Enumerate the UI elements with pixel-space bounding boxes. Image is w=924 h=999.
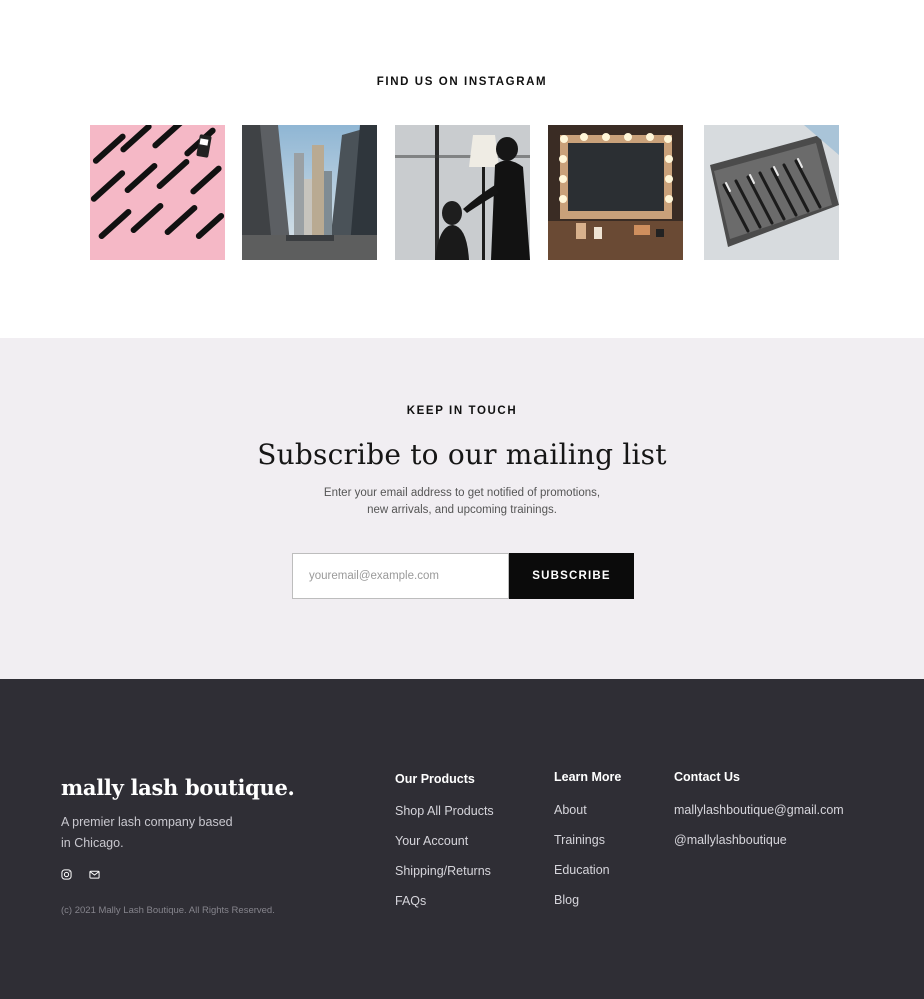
- footer-link-trainings[interactable]: Trainings: [554, 833, 621, 863]
- footer-column-products: Our Products Shop All Products Your Acco…: [395, 772, 494, 924]
- footer-brand-logo[interactable]: mally lash boutique.: [61, 775, 295, 800]
- footer-column-heading: Learn More: [554, 770, 622, 784]
- makeup-brush-set-photo: [704, 125, 839, 260]
- newsletter-form: SUBSCRIBE: [292, 553, 634, 599]
- newsletter-description: Enter your email address to get notified…: [323, 487, 601, 516]
- footer-link-shop-all-products[interactable]: Shop All Products: [395, 804, 494, 834]
- instagram-post-5[interactable]: [704, 125, 839, 260]
- footer-column-contact: Contact Us mallylashboutique@gmail.com @…: [674, 770, 844, 863]
- instagram-heading: FIND US ON INSTAGRAM: [376, 76, 548, 88]
- lash-tools-on-pink-photo: [90, 125, 225, 260]
- vanity-mirror-photo: [548, 125, 683, 260]
- instagram-section: FIND US ON INSTAGRAM: [0, 0, 924, 338]
- chicago-street-photo: [242, 125, 377, 260]
- instagram-post-1[interactable]: [90, 125, 225, 260]
- social-links: [61, 869, 100, 880]
- footer-link-education[interactable]: Education: [554, 863, 621, 893]
- footer-link-instagram-handle[interactable]: @mallylashboutique: [674, 833, 844, 863]
- email-icon[interactable]: [89, 869, 100, 880]
- footer-link-faqs[interactable]: FAQs: [395, 894, 494, 924]
- newsletter-kicker: KEEP IN TOUCH: [406, 405, 518, 417]
- footer-column-heading: Contact Us: [674, 770, 740, 784]
- footer-link-email[interactable]: mallylashboutique@gmail.com: [674, 803, 844, 833]
- instagram-post-4[interactable]: [548, 125, 683, 260]
- instagram-icon[interactable]: [61, 869, 72, 880]
- footer-link-about[interactable]: About: [554, 803, 621, 833]
- subscribe-button[interactable]: SUBSCRIBE: [509, 553, 634, 599]
- footer-column-heading: Our Products: [395, 772, 475, 786]
- footer-tagline: A premier lash company based in Chicago.: [61, 815, 233, 850]
- footer-column-learn-more: Learn More About Trainings Education Blo…: [554, 770, 621, 923]
- lash-artist-at-work-photo: [395, 125, 530, 260]
- newsletter-title: Subscribe to our mailing list: [257, 438, 667, 471]
- footer-link-shipping-returns[interactable]: Shipping/Returns: [395, 864, 494, 894]
- newsletter-section: KEEP IN TOUCH Subscribe to our mailing l…: [0, 338, 924, 679]
- instagram-post-2[interactable]: [242, 125, 377, 260]
- instagram-post-3[interactable]: [395, 125, 530, 260]
- email-input[interactable]: [292, 553, 509, 599]
- copyright-text: (c) 2021 Mally Lash Boutique. All Rights…: [61, 905, 275, 916]
- site-footer: mally lash boutique. A premier lash comp…: [0, 679, 924, 999]
- footer-link-your-account[interactable]: Your Account: [395, 834, 494, 864]
- footer-link-blog[interactable]: Blog: [554, 893, 621, 923]
